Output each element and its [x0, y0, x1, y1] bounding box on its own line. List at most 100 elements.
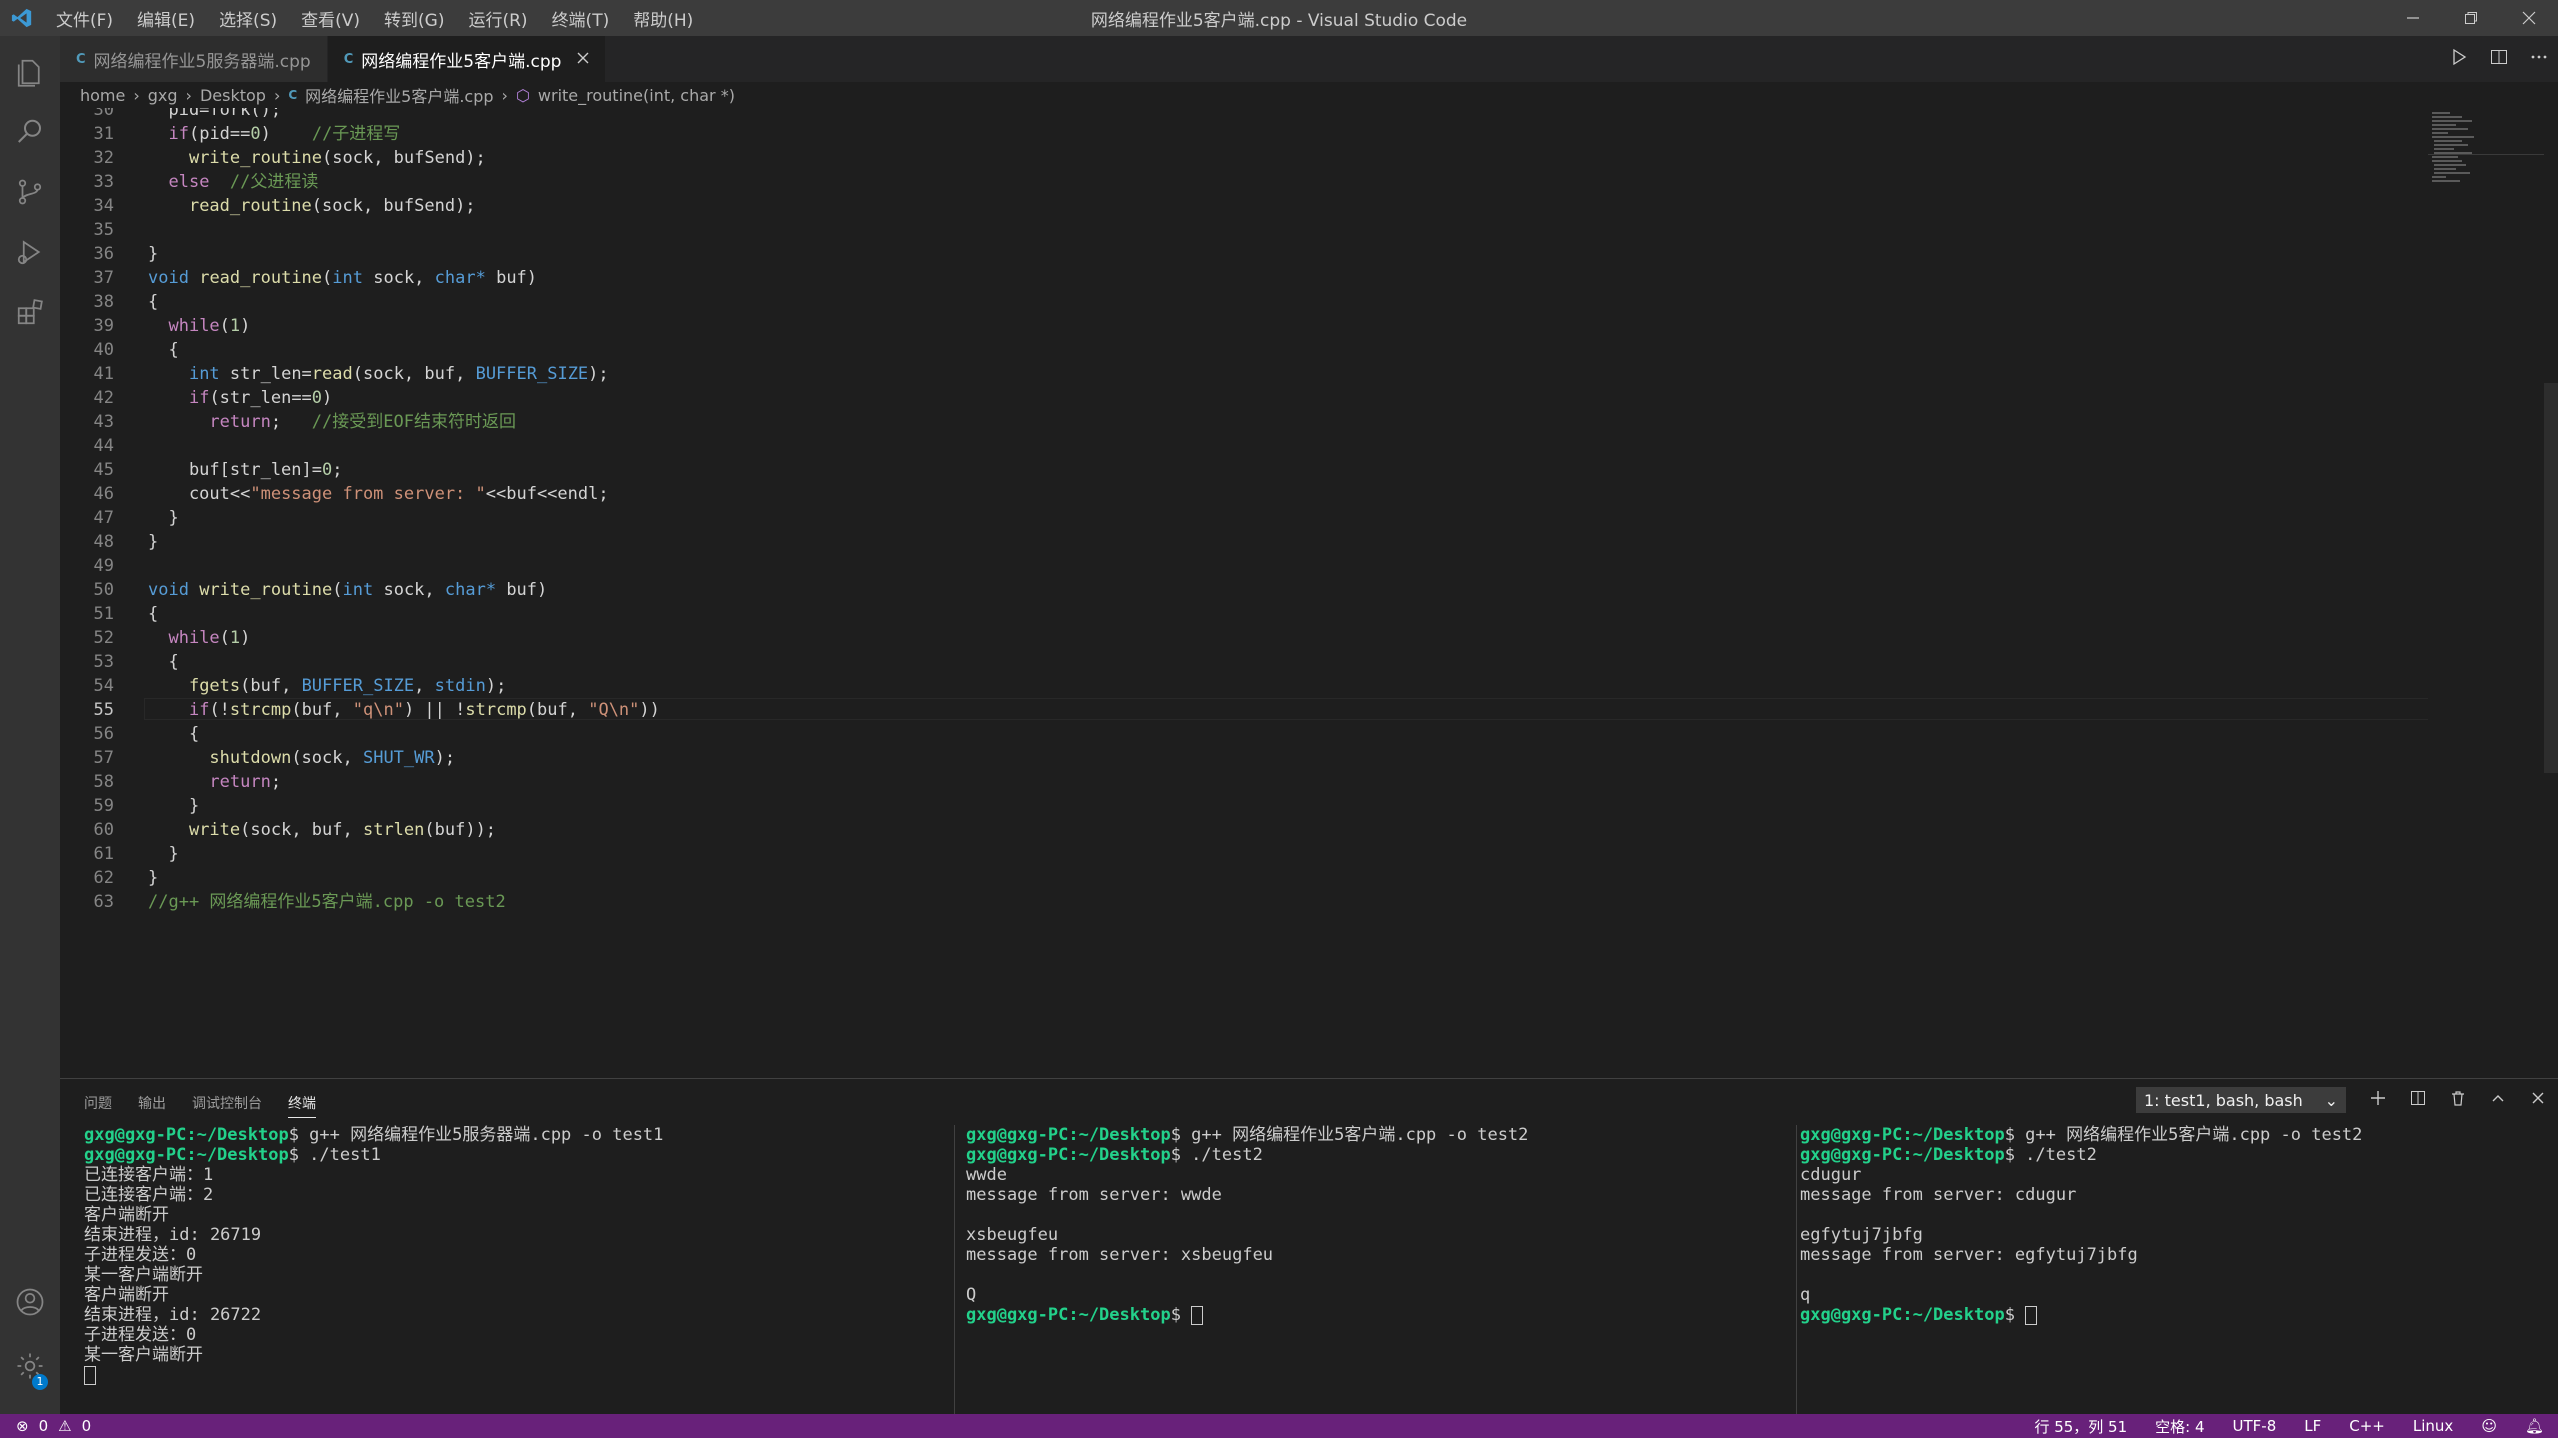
code-text: }: [148, 242, 158, 266]
code-line[interactable]: 43 return; //接受到EOF结束符时返回: [60, 410, 2430, 434]
panel-tab[interactable]: 终端: [288, 1093, 316, 1118]
breadcrumb-item[interactable]: gxg: [148, 86, 178, 105]
code-line[interactable]: 39 while(1): [60, 314, 2430, 338]
code-line[interactable]: 56 {: [60, 722, 2430, 746]
restore-icon[interactable]: [2442, 0, 2500, 36]
menu-item[interactable]: 终端(T): [540, 6, 622, 31]
terminal-pane-3[interactable]: gxg@gxg-PC:~/Desktop$ g++ 网络编程作业5客户端.cpp…: [1800, 1125, 2540, 1415]
code-line[interactable]: 32 write_routine(sock, bufSend);: [60, 146, 2430, 170]
terminal-pane-2[interactable]: gxg@gxg-PC:~/Desktop$ g++ 网络编程作业5客户端.cpp…: [966, 1125, 1786, 1415]
code-line[interactable]: 62}: [60, 866, 2430, 890]
minimap[interactable]: [2428, 108, 2548, 1078]
problems-status[interactable]: ⊗ 0 ⚠ 0: [16, 1417, 91, 1435]
account-icon[interactable]: [0, 1272, 60, 1332]
code-line[interactable]: 60 write(sock, buf, strlen(buf));: [60, 818, 2430, 842]
code-line[interactable]: 37 void read_routine(int sock, char* buf): [60, 266, 2430, 290]
settings-gear-icon[interactable]: 1: [0, 1336, 60, 1396]
os-indicator[interactable]: Linux: [2413, 1417, 2453, 1435]
bell-icon[interactable]: 🔔︎: [2525, 1417, 2544, 1435]
code-editor[interactable]: 30 pid=fork(); 31 if(pid==0) //子进程写 32 wri…: [60, 108, 2430, 1078]
code-line[interactable]: 55 if(!strcmp(buf, "q\n") || !strcmp(buf…: [60, 698, 2430, 722]
trash-icon[interactable]: [2450, 1090, 2466, 1110]
code-line[interactable]: 40 {: [60, 338, 2430, 362]
code-line[interactable]: 54 fgets(buf, BUFFER_SIZE, stdin);: [60, 674, 2430, 698]
run-file-icon[interactable]: [2450, 48, 2468, 70]
code-line[interactable]: 30 pid=fork();: [60, 108, 2430, 122]
cursor-position[interactable]: 行 55，列 51: [2034, 1416, 2127, 1437]
code-line[interactable]: 47 }: [60, 506, 2430, 530]
menu-item[interactable]: 运行(R): [456, 6, 539, 31]
code-line[interactable]: 45 buf[str_len]=0;: [60, 458, 2430, 482]
code-line[interactable]: 57 shutdown(sock, SHUT_WR);: [60, 746, 2430, 770]
source-control-icon[interactable]: [0, 162, 60, 222]
code-line[interactable]: 58 return;: [60, 770, 2430, 794]
code-token: //接受到EOF结束符时返回: [311, 412, 516, 432]
run-debug-icon[interactable]: [0, 222, 60, 282]
language-mode[interactable]: C++: [2349, 1417, 2385, 1435]
code-line[interactable]: 36}: [60, 242, 2430, 266]
terminal-divider[interactable]: [1796, 1125, 1797, 1415]
scrollbar-thumb[interactable]: [2544, 383, 2558, 773]
panel-tab[interactable]: 问题: [84, 1093, 112, 1118]
breadcrumb-item[interactable]: home: [80, 86, 125, 105]
new-terminal-icon[interactable]: [2370, 1090, 2386, 1110]
menu-item[interactable]: 选择(S): [207, 6, 289, 31]
breadcrumb-item[interactable]: write_routine(int, char *): [538, 86, 735, 105]
menu-item[interactable]: 编辑(E): [125, 6, 207, 31]
breadcrumb-item[interactable]: 网络编程作业5客户端.cpp: [305, 83, 493, 107]
code-token: return: [209, 772, 271, 792]
terminal-divider[interactable]: [954, 1125, 955, 1415]
code-token: ;: [332, 460, 343, 480]
code-line[interactable]: 63 //g++ 网络编程作业5客户端.cpp -o test2: [60, 890, 2430, 914]
code-line[interactable]: 52 while(1): [60, 626, 2430, 650]
terminal-select[interactable]: 1: test1, bash, bash ⌄: [2136, 1087, 2346, 1113]
menu-item[interactable]: 帮助(H): [621, 6, 705, 31]
code-line[interactable]: 33 else //父进程读: [60, 170, 2430, 194]
code-line[interactable]: 53 {: [60, 650, 2430, 674]
maximize-panel-icon[interactable]: [2490, 1090, 2506, 1110]
line-number: 35: [93, 220, 114, 240]
close-panel-icon[interactable]: [2530, 1090, 2546, 1110]
code-token: {: [148, 652, 179, 672]
terminal-pane-1[interactable]: gxg@gxg-PC:~/Desktop$ g++ 网络编程作业5服务器端.cp…: [84, 1125, 944, 1415]
code-line[interactable]: 51 {: [60, 602, 2430, 626]
extensions-icon[interactable]: [0, 282, 60, 342]
code-line[interactable]: 34 read_routine(sock, bufSend);: [60, 194, 2430, 218]
eol[interactable]: LF: [2304, 1417, 2321, 1435]
tab-server-file[interactable]: C 网络编程作业5服务器端.cpp: [60, 36, 328, 82]
explorer-icon[interactable]: [0, 42, 60, 102]
more-actions-icon[interactable]: [2530, 48, 2548, 70]
close-icon[interactable]: [2500, 0, 2558, 36]
indentation[interactable]: 空格: 4: [2155, 1416, 2204, 1437]
code-line[interactable]: 42 if(str_len==0): [60, 386, 2430, 410]
menu-item[interactable]: 转到(G): [372, 6, 456, 31]
code-line[interactable]: 46 cout<<"message from server: "<<buf<<e…: [60, 482, 2430, 506]
encoding[interactable]: UTF-8: [2233, 1417, 2277, 1435]
split-terminal-icon[interactable]: [2410, 1090, 2426, 1110]
code-line[interactable]: 48}: [60, 530, 2430, 554]
breadcrumb-item[interactable]: Desktop: [200, 86, 266, 105]
tab-close-icon[interactable]: [577, 49, 589, 69]
code-line[interactable]: 31 if(pid==0) //子进程写: [60, 122, 2430, 146]
code-line[interactable]: 35: [60, 218, 2430, 242]
search-icon[interactable]: [0, 102, 60, 162]
code-line[interactable]: 59 }: [60, 794, 2430, 818]
menu-item[interactable]: 文件(F): [44, 6, 125, 31]
panel-tab[interactable]: 输出: [138, 1093, 166, 1118]
tab-client-file[interactable]: C 网络编程作业5客户端.cpp: [327, 36, 607, 82]
terminal-line: 子进程发送：0: [84, 1245, 944, 1265]
editor-scrollbar[interactable]: [2544, 108, 2558, 1078]
menu-item[interactable]: 查看(V): [289, 6, 372, 31]
code-line[interactable]: 50 void write_routine(int sock, char* buf…: [60, 578, 2430, 602]
line-number: 41: [93, 364, 114, 384]
panel-tab[interactable]: 调试控制台: [192, 1093, 262, 1118]
code-line[interactable]: 41 int str_len=read(sock, buf, BUFFER_SI…: [60, 362, 2430, 386]
split-editor-icon[interactable]: [2490, 48, 2508, 70]
code-line[interactable]: 44: [60, 434, 2430, 458]
minimize-icon[interactable]: [2384, 0, 2442, 36]
line-number: 55: [93, 700, 114, 720]
feedback-icon[interactable]: ☺: [2481, 1417, 2497, 1435]
code-line[interactable]: 61 }: [60, 842, 2430, 866]
code-line[interactable]: 38 {: [60, 290, 2430, 314]
code-line[interactable]: 49: [60, 554, 2430, 578]
